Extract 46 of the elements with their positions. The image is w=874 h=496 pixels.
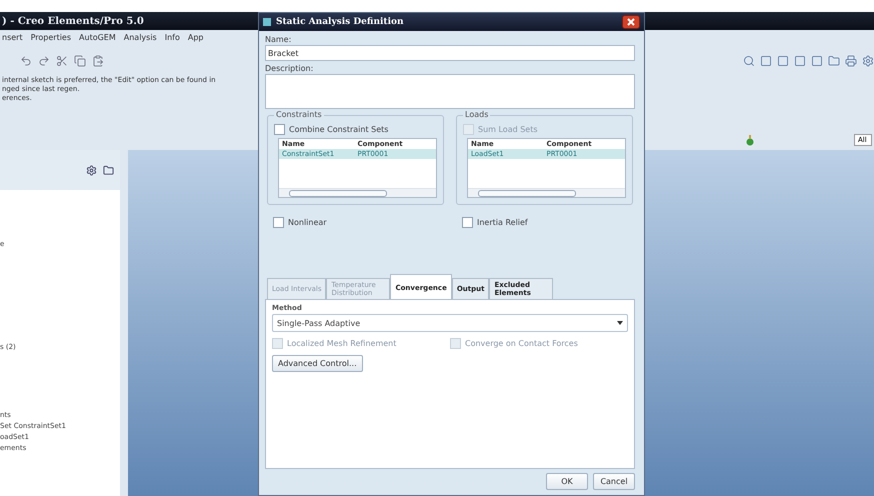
field-label: Name:	[265, 35, 292, 44]
checkbox[interactable]	[273, 217, 284, 228]
search-icon[interactable]	[743, 55, 755, 67]
redo-icon[interactable]	[38, 55, 50, 67]
window-icon	[263, 18, 271, 26]
window-title: ) - Creo Elements/Pro 5.0	[2, 16, 144, 26]
advanced-control-button[interactable]: Advanced Control...	[272, 355, 363, 372]
group-title: Loads	[463, 110, 490, 119]
square-icon[interactable]	[760, 55, 772, 67]
checkbox-label: Converge on Contact Forces	[465, 339, 578, 348]
checkbox-label: Inertia Relief	[477, 218, 528, 227]
square-icon[interactable]	[811, 55, 823, 67]
menu-item[interactable]: App	[188, 33, 204, 45]
close-icon	[627, 18, 635, 26]
field-label: Description:	[265, 64, 314, 73]
folder-icon[interactable]	[103, 164, 114, 176]
square-icon[interactable]	[794, 55, 806, 67]
menu-item[interactable]: Analysis	[124, 33, 157, 45]
folder-icon[interactable]	[828, 55, 840, 67]
checkbox-label: Sum Load Sets	[478, 125, 538, 134]
description-field[interactable]	[265, 74, 635, 109]
flask-icon[interactable]	[746, 134, 754, 146]
square-icon[interactable]	[777, 55, 789, 67]
dialog-button[interactable]: OK	[546, 473, 588, 490]
checkbox-label: Localized Mesh Refinement	[287, 339, 396, 348]
scissors-icon[interactable]	[56, 55, 68, 67]
printer-icon[interactable]	[845, 55, 857, 67]
menu-item[interactable]: Info	[164, 33, 180, 45]
checkbox[interactable]	[274, 124, 285, 135]
dialog-button[interactable]: Cancel	[593, 473, 635, 490]
group-title: Constraints	[274, 110, 324, 119]
paste-icon[interactable]	[92, 55, 104, 67]
menu-item[interactable]: AutoGEM	[79, 33, 116, 45]
checkbox[interactable]	[462, 217, 473, 228]
dialog-title: Static Analysis Definition	[276, 17, 404, 27]
menu-item[interactable]: Properties	[30, 33, 72, 45]
gear-icon[interactable]	[86, 164, 97, 176]
undo-icon[interactable]	[20, 55, 32, 67]
checkbox-label: Combine Constraint Sets	[289, 125, 388, 134]
name-field[interactable]: Bracket	[265, 45, 635, 61]
method-dropdown[interactable]: Single-Pass Adaptive	[272, 314, 628, 332]
gear-icon[interactable]	[862, 55, 874, 67]
checkbox-label: Nonlinear	[288, 218, 327, 227]
copy-icon[interactable]	[74, 55, 86, 67]
menu-item[interactable]: nsert	[2, 33, 23, 45]
close-button[interactable]	[622, 15, 640, 29]
